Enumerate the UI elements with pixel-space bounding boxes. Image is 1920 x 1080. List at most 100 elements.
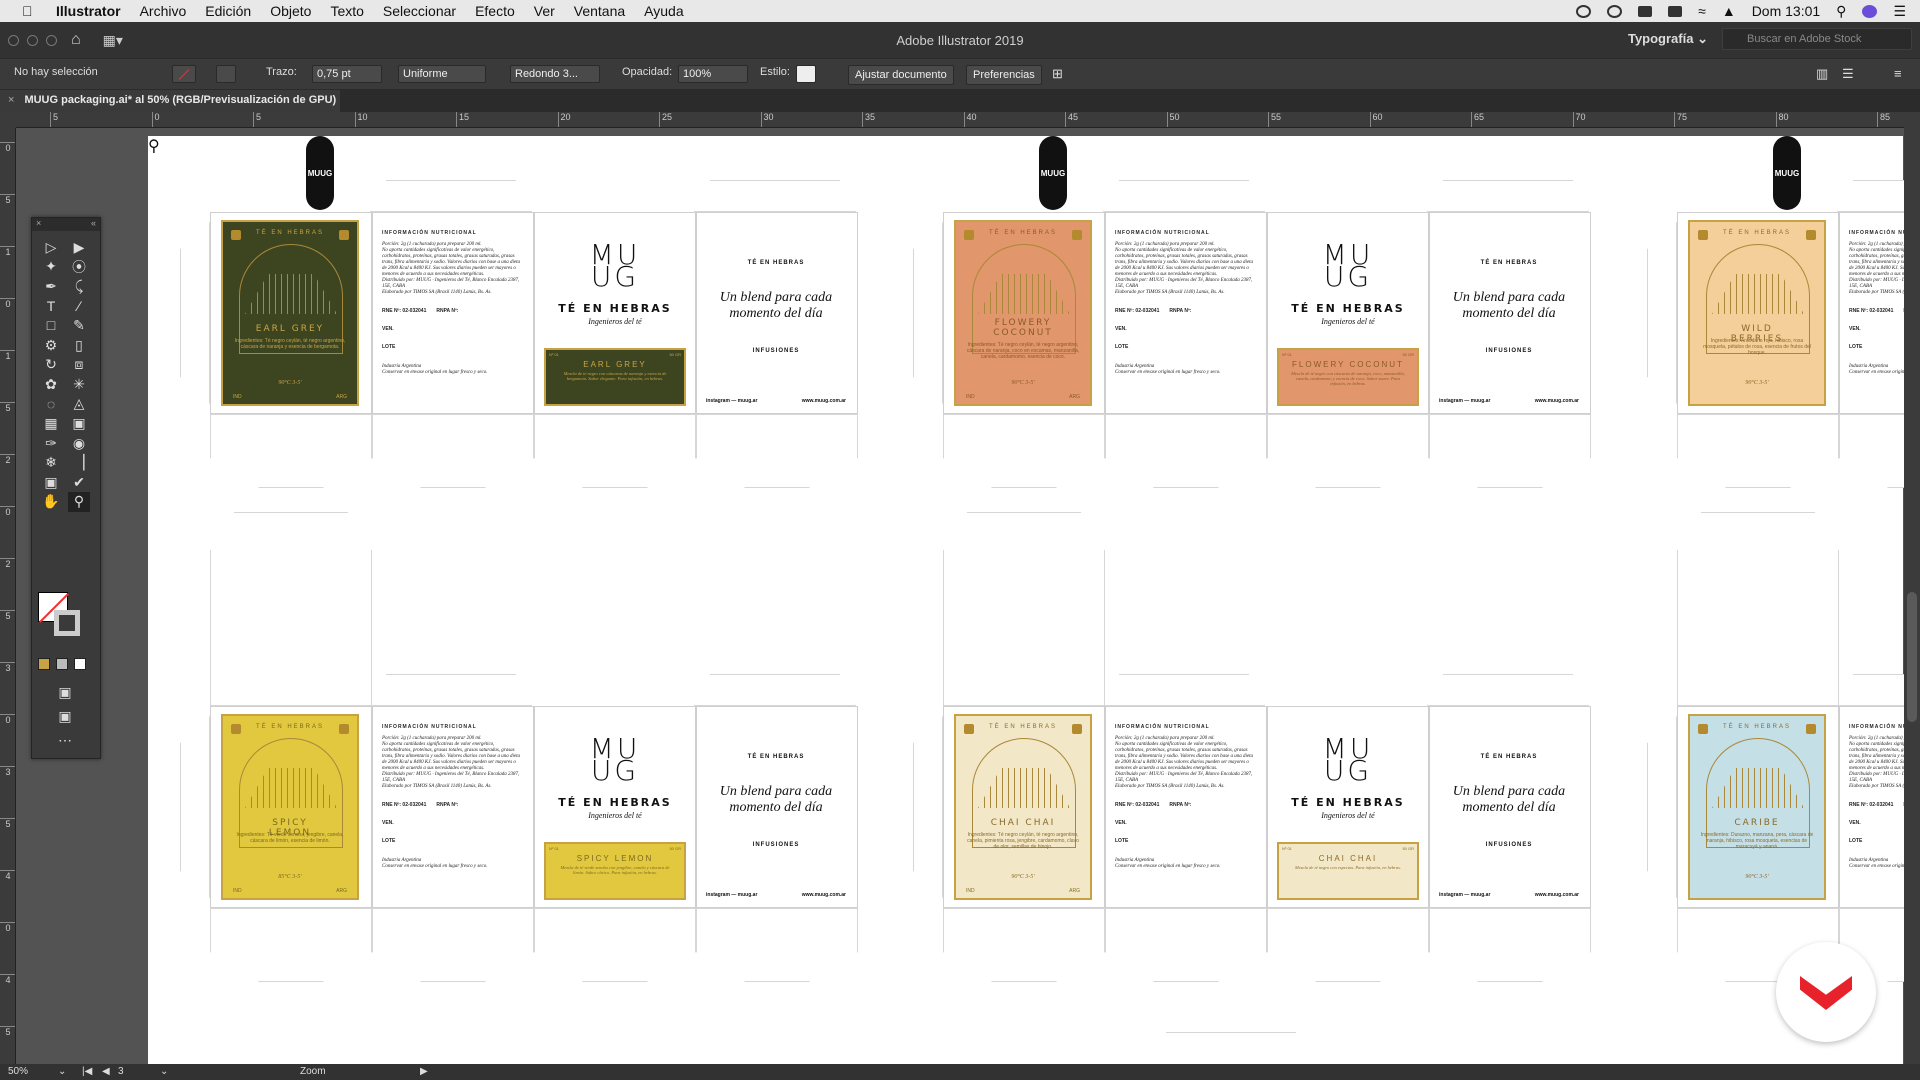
preferences-button[interactable]: Preferencias [966,65,1042,85]
canvas[interactable]: MUUG TÉ EN HEBRAS EARL GREY Ingredientes: T… [16,128,1904,1064]
fill-swatch[interactable] [172,65,196,83]
type-tool-icon[interactable]: T [40,296,62,316]
eraser-icon[interactable]: ▯ [68,335,90,355]
first-artboard-icon[interactable]: |◀ [82,1066,92,1077]
perspective-grid-icon[interactable]: ◬ [68,394,90,414]
menu-ventana[interactable]: Ventana [574,3,625,19]
stroke-weight-input[interactable]: 0,75 pt [312,65,382,83]
menu-ver[interactable]: Ver [534,3,555,19]
opacity-input[interactable]: 100% [678,65,748,83]
graphic-style-swatch[interactable] [796,65,816,83]
hand-tool-icon[interactable]: ✋ [40,492,62,512]
menu-objeto[interactable]: Objeto [270,3,311,19]
menu-seleccionar[interactable]: Seleccionar [383,3,456,19]
menu-edicion[interactable]: Edición [205,3,251,19]
ruler-tick: 80 [1775,112,1789,127]
none-mode-icon[interactable] [74,658,86,670]
pen-tool-icon[interactable]: ✒ [40,276,62,296]
brush-definition[interactable]: Redondo 3... [510,65,600,83]
gradient-mode-icon[interactable] [56,658,68,670]
eyedropper-icon[interactable]: ✑ [40,433,62,453]
clock[interactable]: Dom 13:01 [1752,3,1820,19]
variable-width-profile[interactable]: Uniforme [398,65,486,83]
slice-icon[interactable]: ✔ [68,472,90,492]
wifi-icon[interactable]: ≈ [1698,3,1706,19]
cc-icon[interactable] [1607,4,1623,18]
draw-normal-icon[interactable]: ▣ [54,682,76,702]
menu-app-name[interactable]: Illustrator [56,3,121,19]
ruler-tick: 5 [253,112,261,127]
adobe-stock-search[interactable]: Buscar en Adobe Stock [1722,28,1912,50]
menu-texto[interactable]: Texto [330,3,363,19]
zoom-tool-icon[interactable]: ⚲ [68,491,90,512]
conservar: Conservar en envase original en lugar fr… [1115,370,1221,375]
panel-toggle-icon[interactable]: ▥ [1816,66,1828,82]
notification-center-icon[interactable]: ☰ [1893,3,1906,20]
spotlight-icon[interactable]: ⚲ [1836,3,1846,20]
shaper-icon[interactable]: ⚙ [40,335,62,355]
ruler-origin[interactable] [0,112,16,128]
mesh-icon[interactable]: ▦ [40,413,62,433]
align-icon[interactable]: ⊞ [1052,66,1063,82]
zoom-level[interactable]: 50% [8,1066,28,1077]
ruler-tick: 15 [456,112,469,127]
menu-icon[interactable]: ≡ [1894,66,1902,81]
vertical-ruler[interactable]: 051015202530354045 [0,128,16,1064]
nutrition-body: No aporta cantidades significativas de v… [382,742,521,771]
close-tab-icon[interactable]: × [8,94,14,106]
ruler-tick: 5 [0,818,15,829]
scroll-thumb[interactable] [1907,592,1917,722]
symbol-sprayer-icon[interactable]: ❄ [40,453,62,473]
gradient-icon[interactable]: ▣ [68,413,90,433]
record-icon[interactable] [1576,4,1592,18]
document-setup-button[interactable]: Ajustar documento [848,65,954,85]
tools-panel-header[interactable]: × « [32,218,100,231]
wrench-icon[interactable] [1638,5,1653,17]
distributor: Distribuido por: MUUG · Ingenieros del T… [1849,278,1904,289]
stroke-color-swatch[interactable] [54,610,80,636]
sticker-weight: 50 GR [1402,846,1414,851]
menu-ayuda[interactable]: Ayuda [644,3,683,19]
artboard-tool-icon[interactable]: ▣ [40,472,62,492]
menu-efecto[interactable]: Efecto [475,3,515,19]
more-tools-icon[interactable]: ⋯ [54,730,76,750]
workspace-switcher[interactable]: Typografía ⌄ [1628,31,1708,47]
paintbrush-icon[interactable]: ✎ [68,315,90,335]
artboard[interactable]: MUUG TÉ EN HEBRAS EARL GREY Ingredientes: T… [148,136,1904,1064]
prev-artboard-icon[interactable]: ◀ [102,1066,110,1077]
artboard-dropdown-icon[interactable]: ⌄ [160,1066,168,1077]
lasso-icon[interactable]: ⦿ [68,257,90,277]
magic-wand-icon[interactable]: ✦ [40,257,62,277]
lote-label: LOTE [1849,344,1863,350]
siri-icon[interactable] [1862,4,1878,18]
puppet-warp-icon[interactable]: ✳ [68,374,90,394]
column-graph-icon[interactable]: ▕ [68,453,90,473]
display-icon[interactable] [1668,5,1683,17]
artboard-number[interactable]: 3 [118,1066,124,1077]
color-mode-icon[interactable] [38,658,50,670]
selection-tool-icon[interactable]: ▷ [40,237,62,257]
curvature-icon[interactable]: ⤹ [68,276,90,296]
zoom-dropdown-icon[interactable]: ⌄ [58,1066,66,1077]
apple-icon[interactable]:  [22,3,42,19]
menu-archivo[interactable]: Archivo [140,3,187,19]
status-arrow-icon[interactable]: ▶ [420,1066,428,1077]
line-tool-icon[interactable]: ∕ [68,296,90,316]
stroke-swatch[interactable] [216,65,236,83]
domestika-logo-badge [1776,942,1876,1042]
warp-icon[interactable]: ✿ [40,374,62,394]
horizontal-ruler[interactable]: 5 0 5 10 15 20 25 30 35 40 45 50 55 60 65 70 75 80 85 [16,112,1904,128]
screen-mode-icon[interactable]: ▣ [54,706,76,726]
side-header: TÉ EN HEBRAS [747,754,805,760]
rectangle-tool-icon[interactable]: □ [40,315,62,335]
scale-icon[interactable]: ⧈ [68,355,90,375]
document-tab[interactable]: × MUUG packaging.ai* al 50% (RGB/Previsua… [0,90,340,112]
properties-icon[interactable]: ☰ [1842,66,1854,82]
shape-builder-icon[interactable]: ◌ [40,394,62,414]
label-arc-text: TÉ EN HEBRAS [988,724,1057,730]
bluetooth-icon[interactable]: ▲ [1722,3,1736,19]
blend-icon[interactable]: ◉ [68,433,90,453]
direct-selection-tool-icon[interactable]: ▶ [68,237,90,257]
vertical-scrollbar[interactable] [1904,112,1920,1064]
rotate-icon[interactable]: ↻ [40,355,62,375]
